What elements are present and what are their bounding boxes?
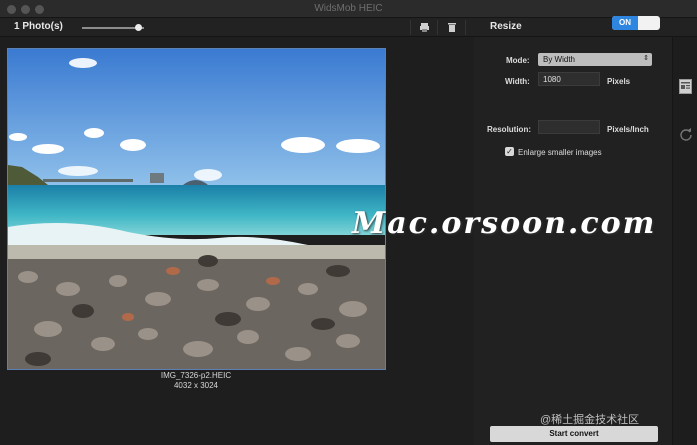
print-icon[interactable] xyxy=(418,21,431,34)
mode-label: Mode: xyxy=(506,56,530,65)
app-window: WidsMob HEIC 1 Photo(s) Resize ON IMG_73… xyxy=(0,0,697,445)
toggle-on-label: ON xyxy=(612,16,638,30)
slider-knob[interactable] xyxy=(134,24,142,31)
resize-section-title: Resize xyxy=(490,21,522,32)
width-unit: Pixels xyxy=(607,77,631,86)
right-sidebar xyxy=(672,37,697,445)
enlarge-checkbox[interactable]: ✓ xyxy=(505,147,514,156)
photo-filename: IMG_7326-p2.HEIC xyxy=(160,371,232,380)
photo-caption: IMG_7326-p2.HEIC 4032 x 3024 xyxy=(0,371,392,391)
resolution-label: Resolution: xyxy=(487,125,531,134)
start-convert-button[interactable]: Start convert xyxy=(490,426,658,442)
photo-count: 1 Photo(s) xyxy=(14,21,63,32)
toolbar-divider xyxy=(437,20,438,35)
resolution-field[interactable] xyxy=(538,120,600,134)
resize-toggle[interactable]: ON xyxy=(612,16,660,30)
settings-panel xyxy=(474,37,672,445)
watermark-text: Mac.orsoon.com xyxy=(352,206,657,241)
rotate-icon[interactable] xyxy=(679,127,693,146)
title-bar: WidsMob HEIC xyxy=(0,0,697,18)
window-title: WidsMob HEIC xyxy=(314,3,383,14)
photo-preview[interactable] xyxy=(7,48,386,370)
width-label: Width: xyxy=(505,77,530,86)
photo-dimensions: 4032 x 3024 xyxy=(173,381,219,390)
toolbar: 1 Photo(s) Resize xyxy=(0,18,697,37)
toolbar-divider xyxy=(410,20,411,35)
mode-select[interactable]: By Width ⇕ xyxy=(538,53,652,66)
credit-text: @稀土掘金技术社区 xyxy=(540,414,640,426)
width-field[interactable]: 1080 xyxy=(538,72,600,86)
chevron-updown-icon: ⇕ xyxy=(643,55,649,62)
document-icon[interactable] xyxy=(679,79,692,99)
toolbar-divider xyxy=(465,20,466,35)
trash-icon[interactable] xyxy=(445,21,458,34)
resolution-unit: Pixels/Inch xyxy=(607,125,649,134)
enlarge-label: Enlarge smaller images xyxy=(518,148,602,157)
mode-select-value: By Width xyxy=(543,55,576,64)
